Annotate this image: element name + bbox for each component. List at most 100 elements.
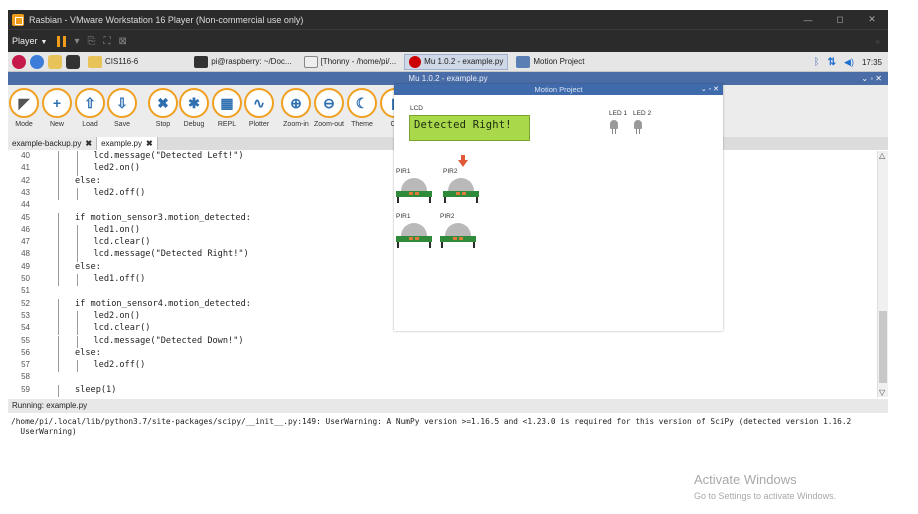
editor-scrollbar[interactable]: △ ▽: [877, 151, 888, 397]
thonny-icon: [303, 55, 318, 68]
vmware-window-title: Rasbian - VMware Workstation 16 Player (…: [29, 14, 304, 25]
toolbar-button-debug[interactable]: ✱ Debug: [178, 88, 210, 128]
indent-guide: [58, 360, 59, 373]
line-number: 56: [21, 347, 30, 357]
toolbar-button-mode[interactable]: ◤ Mode: [8, 88, 40, 128]
chevron-down-icon[interactable]: ▾: [74, 36, 79, 47]
indent-guide: [58, 274, 59, 287]
toolbar-button-label: Theme: [351, 121, 373, 128]
toolbar-button-label: Plotter: [248, 121, 270, 128]
toolbar-button-label: Load: [82, 121, 98, 128]
scroll-down-icon[interactable]: ▽: [879, 388, 885, 397]
taskbar-item-label: pi@raspberry: ~/Doc...: [211, 57, 292, 66]
toolbar-button-load[interactable]: ⇧ Load: [74, 88, 106, 128]
code-text: lcd.message("Detected Left!"): [93, 151, 244, 161]
terminal-icon[interactable]: [66, 54, 80, 69]
close-icon[interactable]: ✖: [146, 139, 153, 148]
taskbar-item-label: Mu 1.0.2 - example.py: [424, 57, 504, 66]
code-line[interactable]: 58: [8, 372, 877, 384]
collapse-toolbar-icon[interactable]: «: [876, 37, 880, 46]
toolbar-button-label: New: [49, 121, 64, 128]
line-number: 45: [21, 212, 30, 222]
upload-icon: ⇧: [75, 88, 105, 118]
toolbar-button-plotter[interactable]: ∿ Plotter: [243, 88, 275, 128]
volume-icon[interactable]: ◀): [844, 57, 854, 68]
toolbar-button-save[interactable]: ⇩ Save: [106, 88, 138, 128]
running-header: Running: example.py: [8, 399, 888, 413]
indent-guide: [77, 237, 78, 250]
taskbar-item-terminal[interactable]: pi@raspberry: ~/Doc...: [190, 54, 295, 70]
keyboard-icon: ▦: [212, 88, 242, 118]
scroll-up-icon[interactable]: △: [879, 151, 885, 160]
scroll-thumb[interactable]: [879, 311, 887, 383]
code-text: led2.on(): [93, 163, 141, 174]
bug-icon: ✱: [179, 88, 209, 118]
led1-label: LED 1: [609, 110, 628, 117]
activate-subtitle: Go to Settings to activate Windows.: [694, 491, 837, 501]
toolbar-button-repl[interactable]: ▦ REPL: [211, 88, 243, 128]
indent-guide: [58, 261, 59, 274]
fullscreen-icon[interactable]: ⛶: [103, 36, 110, 47]
tab-example[interactable]: example.py ✖: [97, 137, 158, 150]
toolbar-button-stop[interactable]: ✖ Stop: [147, 88, 179, 128]
vmware-logo-icon: [12, 13, 24, 26]
indent-guide: [77, 187, 78, 201]
line-number: 57: [21, 360, 30, 370]
code-line[interactable]: 59 sleep(1): [8, 384, 877, 397]
code-text: lcd.clear(): [93, 237, 151, 248]
toolbar-button-zoom-out[interactable]: ⊖ Zoom-out: [313, 88, 345, 128]
network-icon[interactable]: ⇅: [828, 57, 836, 68]
clock[interactable]: 17:35: [862, 58, 882, 67]
taskbar-item-mu[interactable]: Mu 1.0.2 - example.py: [404, 53, 509, 70]
code-text: lcd.message("Detected Down!"): [93, 335, 244, 346]
player-menu[interactable]: Player ▼: [12, 36, 47, 46]
line-number: 48: [21, 249, 30, 259]
toolbar-button-zoom-in[interactable]: ⊕ Zoom-in: [280, 88, 312, 128]
code-text: sleep(1): [75, 384, 117, 395]
code-text: if motion_sensor3.motion_detected:: [75, 212, 251, 223]
code-line[interactable]: 55 lcd.message("Detected Down!"): [8, 335, 877, 348]
unity-icon[interactable]: ⊠: [118, 36, 126, 47]
motion-window-controls[interactable]: ⌄ ◦ ✕: [701, 84, 719, 95]
code-line[interactable]: 56 else:: [8, 347, 877, 361]
line-number: 54: [21, 323, 30, 333]
indent-guide: [58, 335, 59, 348]
close-icon[interactable]: ✖: [85, 139, 92, 148]
raspberry-menu-icon[interactable]: [12, 54, 26, 69]
file-manager-icon[interactable]: [48, 54, 62, 69]
code-text: led2.off(): [93, 187, 146, 198]
bluetooth-icon[interactable]: ᛒ: [814, 57, 820, 68]
pir-label: PIR1: [396, 168, 411, 175]
indent-guide: [58, 187, 59, 201]
motion-window-title: Motion Project: [534, 85, 583, 94]
minimize-button[interactable]: —: [792, 10, 824, 29]
pause-icon[interactable]: [57, 35, 67, 47]
line-number: 49: [21, 261, 30, 271]
maximize-button[interactable]: ◻: [824, 10, 856, 29]
taskbar-item-motion-project[interactable]: Motion Project: [512, 54, 588, 70]
motion-title-bar: Motion Project ⌄ ◦ ✕: [394, 84, 723, 95]
tab-example-backup[interactable]: example-backup.py ✖: [8, 137, 98, 150]
indent-guide: [77, 224, 78, 238]
taskbar-item-label: Motion Project: [533, 57, 585, 66]
pir-label: PIR1: [396, 213, 411, 220]
line-number: 42: [21, 175, 30, 185]
line-number: 52: [21, 298, 30, 308]
chevron-down-icon: ▼: [40, 39, 48, 46]
send-keys-icon[interactable]: ⎘: [87, 36, 95, 47]
taskbar-item-thonny[interactable]: [Thonny - /home/pi/...: [300, 54, 401, 70]
browser-icon[interactable]: [30, 54, 44, 69]
code-text: else:: [75, 175, 101, 186]
toolbar-button-new[interactable]: + New: [41, 88, 73, 128]
mu-icon: [409, 55, 422, 68]
taskbar-item-cis116[interactable]: CIS116-6: [84, 54, 142, 70]
toolbar-button-theme[interactable]: ☾ Theme: [346, 88, 378, 128]
download-icon: ⇩: [107, 88, 137, 118]
code-line[interactable]: 57 led2.off(): [8, 360, 877, 373]
mu-window-controls[interactable]: ⌄ ◦ ✕: [861, 72, 882, 85]
code-text: led1.off(): [93, 274, 146, 284]
lcd-label: LCD: [410, 105, 424, 112]
close-button[interactable]: ✕: [856, 10, 888, 29]
indent-guide: [58, 347, 59, 361]
motion-project-window: Motion Project ⌄ ◦ ✕ LCD Detected Right!…: [394, 84, 723, 331]
